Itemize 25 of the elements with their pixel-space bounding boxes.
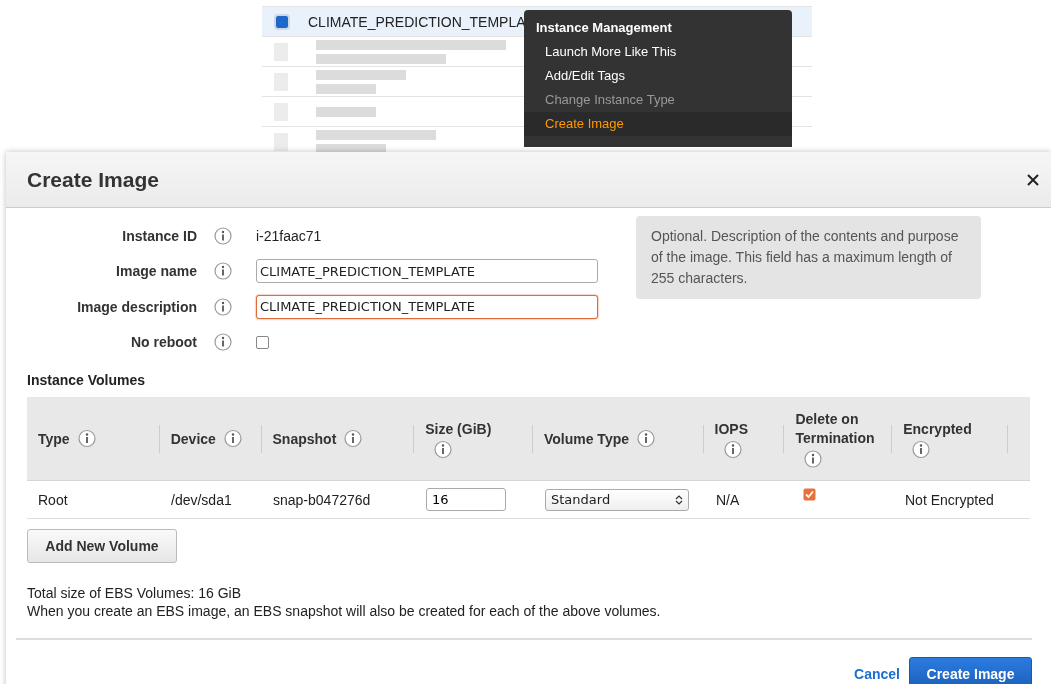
table-cell: /dev/sda1 <box>171 491 232 508</box>
instance-id: i-21faac71 <box>256 227 322 244</box>
column-heading: Snapshot <box>272 429 337 448</box>
column-heading: IOPS <box>714 419 749 438</box>
field-label: No reboot <box>129 334 197 351</box>
tooltip: Optional. Description of the contents and purpose of the image. This field has a maximum length of 255 characters. <box>636 216 981 299</box>
note-text: When you create an EBS image, an EBS snapshot will also be created for each of the above volumes. <box>27 603 662 619</box>
dialog-title: Create Image <box>27 167 159 192</box>
field-label: Image name <box>115 263 197 280</box>
table-cell: snap-b047276d <box>273 491 371 508</box>
menu-heading: Instance Management <box>535 19 673 37</box>
table-cell: Not Encrypted <box>905 491 994 508</box>
field-label: Image description <box>76 298 197 315</box>
column-heading: Type <box>38 429 70 448</box>
table-cell: N/A <box>716 491 740 508</box>
total-size-text: Total size of EBS Volumes: 16 GiB <box>27 585 242 601</box>
column-heading: Volume Type <box>543 429 629 448</box>
section-heading: Instance Volumes <box>27 372 146 388</box>
column-heading: Device <box>170 429 216 448</box>
column-heading: Encrypted <box>903 419 972 438</box>
table-cell: Root <box>38 491 68 508</box>
column-heading: Size (GiB) <box>425 419 492 438</box>
instance-name: CLIMATE_PREDICTION_TEMPLA <box>308 13 526 30</box>
column-heading: Delete on Termination <box>795 409 876 448</box>
field-label: Instance ID <box>121 227 197 244</box>
